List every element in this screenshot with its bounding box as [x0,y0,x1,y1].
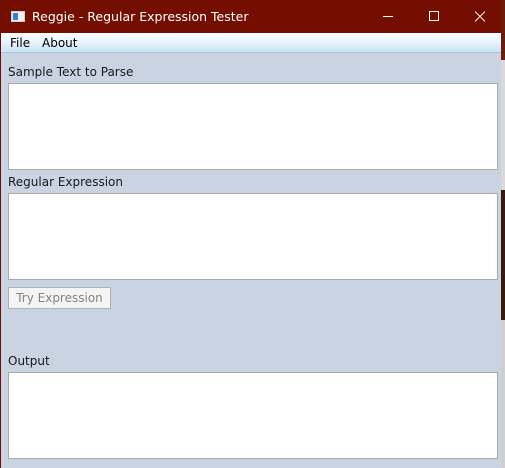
app-window: Reggie - Regular Expression Tester File … [0,0,501,468]
output-label: Output [8,354,50,368]
close-icon[interactable] [456,0,502,33]
minimize-icon[interactable] [365,0,411,33]
menu-file[interactable]: File [10,36,30,50]
try-expression-button[interactable]: Try Expression [8,287,111,309]
sample-text-input[interactable] [8,83,498,170]
menu-bar: File About [1,33,501,53]
maximize-icon[interactable] [411,0,457,33]
sample-text-label: Sample Text to Parse [8,65,134,79]
menu-about[interactable]: About [42,36,77,50]
regex-label: Regular Expression [8,175,123,189]
window-title: Reggie - Regular Expression Tester [32,9,249,24]
regex-input[interactable] [8,193,498,280]
output-textbox[interactable] [8,372,498,459]
title-bar[interactable]: Reggie - Regular Expression Tester [1,0,501,33]
app-window-icon[interactable] [11,11,25,22]
background-window-edge [501,0,505,468]
